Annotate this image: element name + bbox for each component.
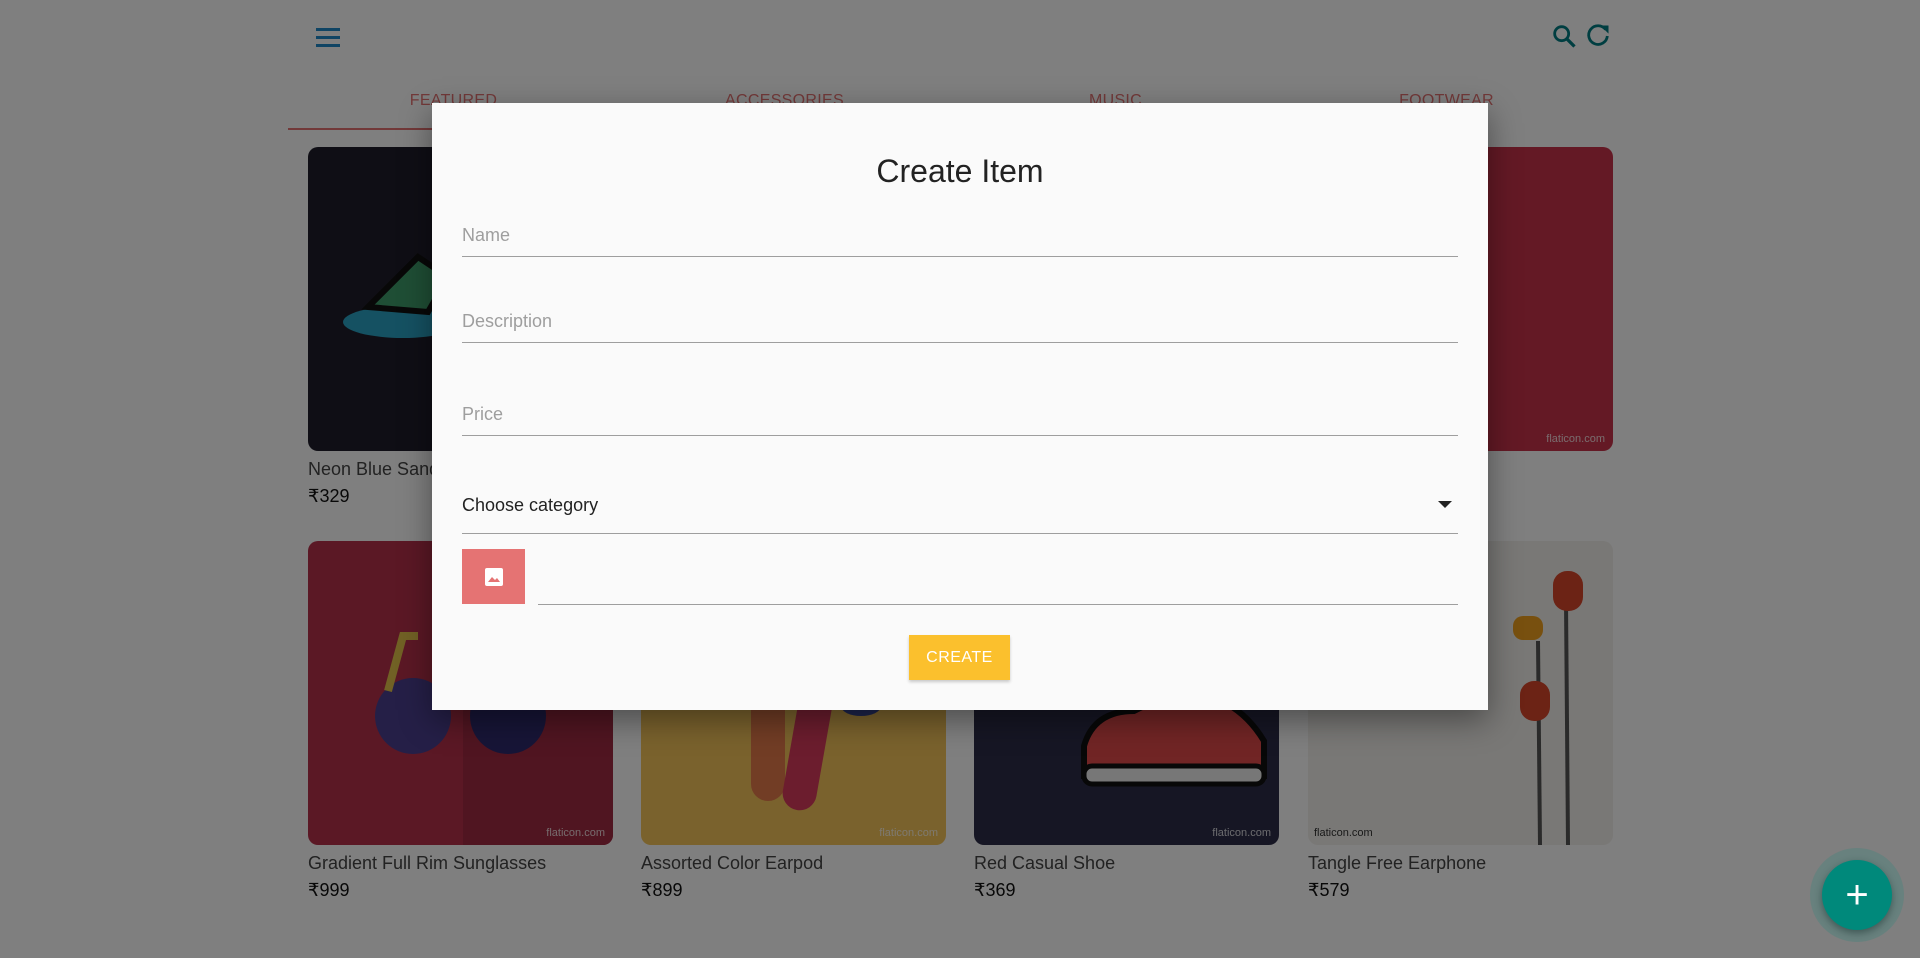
image-icon (484, 567, 503, 586)
dialog-title: Create Item (876, 153, 1044, 189)
add-item-button[interactable]: + (1822, 860, 1892, 930)
category-select-value: Choose category (462, 495, 599, 515)
create-item-dialog: Create Item Choose category CREATE (432, 103, 1488, 710)
category-select[interactable]: Choose category (462, 487, 1458, 534)
create-button[interactable]: CREATE (909, 635, 1010, 680)
image-upload-button[interactable] (462, 549, 525, 604)
file-path-field[interactable] (538, 549, 1458, 605)
price-field (462, 404, 1458, 436)
caret-down-icon (1438, 501, 1452, 508)
name-field (462, 225, 1458, 257)
description-field (462, 311, 1458, 343)
name-input[interactable] (462, 225, 1458, 256)
price-input[interactable] (462, 404, 1458, 435)
description-input[interactable] (462, 311, 1458, 342)
